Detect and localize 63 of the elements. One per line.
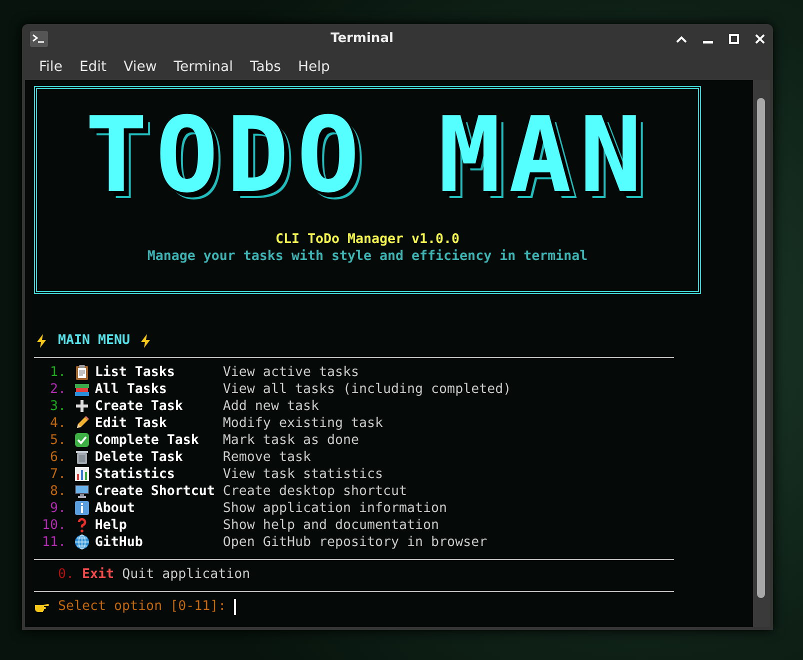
option-label[interactable]: Statistics xyxy=(94,466,175,483)
info-icon xyxy=(74,500,90,516)
desktop-icon xyxy=(74,483,90,500)
menu-item[interactable]: Edit xyxy=(70,56,115,78)
menu-item[interactable]: Help xyxy=(288,56,338,78)
maximize-icon[interactable] xyxy=(729,34,739,44)
app-version-title: CLI ToDo Manager v1.0.0 xyxy=(275,231,460,248)
option-description: Quit application xyxy=(122,566,250,583)
ascii-logo: TODO MAN xyxy=(85,103,650,207)
app-tagline: Manage your tasks with style and efficiency in terminal xyxy=(147,248,588,265)
check-icon xyxy=(74,432,90,448)
chevron-up-icon[interactable] xyxy=(676,36,687,42)
option-label[interactable]: Delete Task xyxy=(94,449,183,466)
close-icon[interactable] xyxy=(755,34,765,44)
option-label[interactable]: About xyxy=(94,500,135,517)
option-label[interactable]: Exit xyxy=(82,566,114,583)
option-label[interactable]: Help xyxy=(94,517,127,534)
option-number: 3. xyxy=(50,398,68,415)
option-number: 10. xyxy=(42,517,68,534)
clipboard-icon xyxy=(74,364,90,380)
option-description: View all tasks (including completed) xyxy=(222,381,512,398)
globe-icon xyxy=(74,534,90,550)
option-number: 5. xyxy=(50,432,68,449)
text-cursor xyxy=(234,598,236,614)
menu-heading: MAIN MENU xyxy=(58,332,130,349)
plus-icon xyxy=(74,398,90,414)
books-icon xyxy=(74,381,90,398)
option-description: Create desktop shortcut xyxy=(222,483,408,500)
option-number: 11. xyxy=(42,534,68,551)
option-description: Show application information xyxy=(222,500,448,517)
menu-item[interactable]: Tabs xyxy=(240,56,289,78)
menu-item[interactable]: Terminal xyxy=(164,56,241,78)
option-description: Mark task as done xyxy=(222,432,359,449)
option-label[interactable]: Edit Task xyxy=(94,415,167,432)
option-number: 6. xyxy=(50,449,68,466)
option-number: 1. xyxy=(50,364,68,381)
option-number: 4. xyxy=(50,415,68,432)
option-label[interactable]: Create Task xyxy=(94,398,183,415)
bar-chart-icon xyxy=(74,466,90,482)
option-description: Modify existing task xyxy=(222,415,384,432)
option-label[interactable]: Complete Task xyxy=(94,432,199,449)
option-label[interactable]: All Tasks xyxy=(94,381,167,398)
option-label[interactable]: List Tasks xyxy=(94,364,175,381)
menu-item[interactable]: File xyxy=(30,56,70,78)
scrollbar-thumb[interactable] xyxy=(757,98,765,598)
option-number: 0. xyxy=(58,566,74,583)
window-title: Terminal xyxy=(330,30,394,48)
menu-item[interactable]: View xyxy=(114,56,165,78)
option-label[interactable]: Create Shortcut xyxy=(94,483,215,500)
option-description: Open GitHub repository in browser xyxy=(222,534,488,551)
prompt-text: Select option [0-11]: xyxy=(58,598,226,615)
option-description: View task statistics xyxy=(222,466,384,483)
option-number: 2. xyxy=(50,381,68,398)
option-number: 9. xyxy=(50,500,68,517)
terminal-app-icon xyxy=(30,31,48,47)
option-label[interactable]: GitHub xyxy=(94,534,143,551)
option-number: 8. xyxy=(50,483,68,500)
option-number: 7. xyxy=(50,466,68,483)
option-description: View active tasks xyxy=(222,364,359,381)
option-description: Add new task xyxy=(222,398,319,415)
trash-icon xyxy=(74,449,90,466)
option-description: Remove task xyxy=(222,449,311,466)
option-description: Show help and documentation xyxy=(222,517,440,534)
